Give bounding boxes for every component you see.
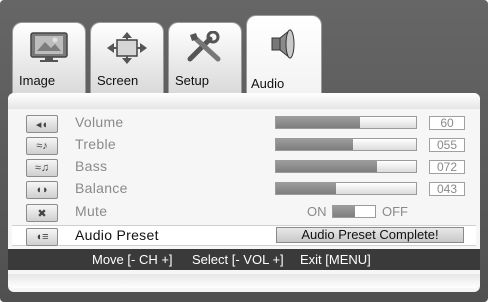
bass-slider-fill — [276, 161, 377, 172]
volume-row[interactable]: ◂◖ Volume 60 — [20, 113, 470, 133]
panel-bottom-bar — [8, 274, 480, 288]
bass-label: Bass — [75, 158, 108, 174]
tools-icon — [184, 30, 226, 70]
balance-label: Balance — [75, 180, 128, 196]
audio-preset-label: Audio Preset — [75, 227, 159, 243]
bass-icon: ≈♫ — [26, 159, 58, 177]
volume-slider-fill — [276, 117, 360, 128]
volume-value: 60 — [429, 116, 465, 130]
mute-icon: ✖ — [26, 204, 58, 222]
treble-slider[interactable] — [275, 138, 417, 151]
treble-slider-fill — [276, 139, 353, 150]
tab-image-label: Image — [19, 73, 56, 88]
treble-value: 055 — [429, 138, 465, 152]
menu-frame: Image Screen Setup Audio ◂◖ Volume 60 ≈♪… — [0, 0, 488, 302]
tab-setup-label: Setup — [175, 73, 209, 88]
mute-off-label: OFF — [382, 204, 408, 219]
tab-audio[interactable]: Audio — [246, 15, 322, 97]
balance-value: 043 — [429, 182, 465, 196]
audio-preset-icon: ◖≡ — [26, 228, 58, 246]
treble-label: Treble — [75, 136, 116, 152]
balance-slider[interactable] — [275, 182, 417, 195]
volume-label: Volume — [75, 114, 124, 130]
audio-preset-status: Audio Preset Complete! — [276, 227, 464, 243]
bass-value: 072 — [429, 160, 465, 174]
bass-slider[interactable] — [275, 160, 417, 173]
tab-setup[interactable]: Setup — [168, 22, 242, 94]
tab-screen-label: Screen — [97, 73, 139, 88]
volume-icon: ◂◖ — [26, 115, 58, 133]
mute-row[interactable]: ✖ Mute ON OFF — [20, 202, 470, 222]
tab-screen[interactable]: Screen — [90, 22, 164, 94]
balance-slider-fill — [276, 183, 337, 194]
tab-image[interactable]: Image — [12, 22, 86, 94]
hint-move: Move [- CH +] — [92, 252, 173, 267]
hint-exit: Exit [MENU] — [300, 252, 371, 267]
balance-row[interactable]: ◖◗ Balance 043 — [20, 179, 470, 199]
audio-preset-row[interactable]: ◖≡ Audio Preset Audio Preset Complete! — [12, 225, 476, 246]
navigation-hint-bar: Move [- CH +] Select [- VOL +] Exit [MEN… — [8, 249, 480, 270]
mute-label: Mute — [75, 203, 108, 219]
mute-toggle[interactable] — [332, 205, 376, 218]
panel-top-bar — [8, 93, 480, 109]
speaker-icon — [266, 28, 302, 65]
volume-slider[interactable] — [275, 116, 417, 129]
treble-row[interactable]: ≈♪ Treble 055 — [20, 135, 470, 155]
arrows-expand-icon — [106, 31, 148, 70]
balance-icon: ◖◗ — [26, 181, 58, 199]
hint-select: Select [- VOL +] — [192, 252, 284, 267]
audio-settings-panel: ◂◖ Volume 60 ≈♪ Treble 055 ≈♫ Bass 072 ◖… — [8, 93, 480, 292]
mute-toggle-knob — [333, 206, 355, 217]
tv-picture-icon — [29, 31, 69, 68]
treble-icon: ≈♪ — [26, 137, 58, 155]
bass-row[interactable]: ≈♫ Bass 072 — [20, 157, 470, 177]
mute-on-label: ON — [307, 204, 327, 219]
tab-audio-label: Audio — [251, 76, 285, 91]
